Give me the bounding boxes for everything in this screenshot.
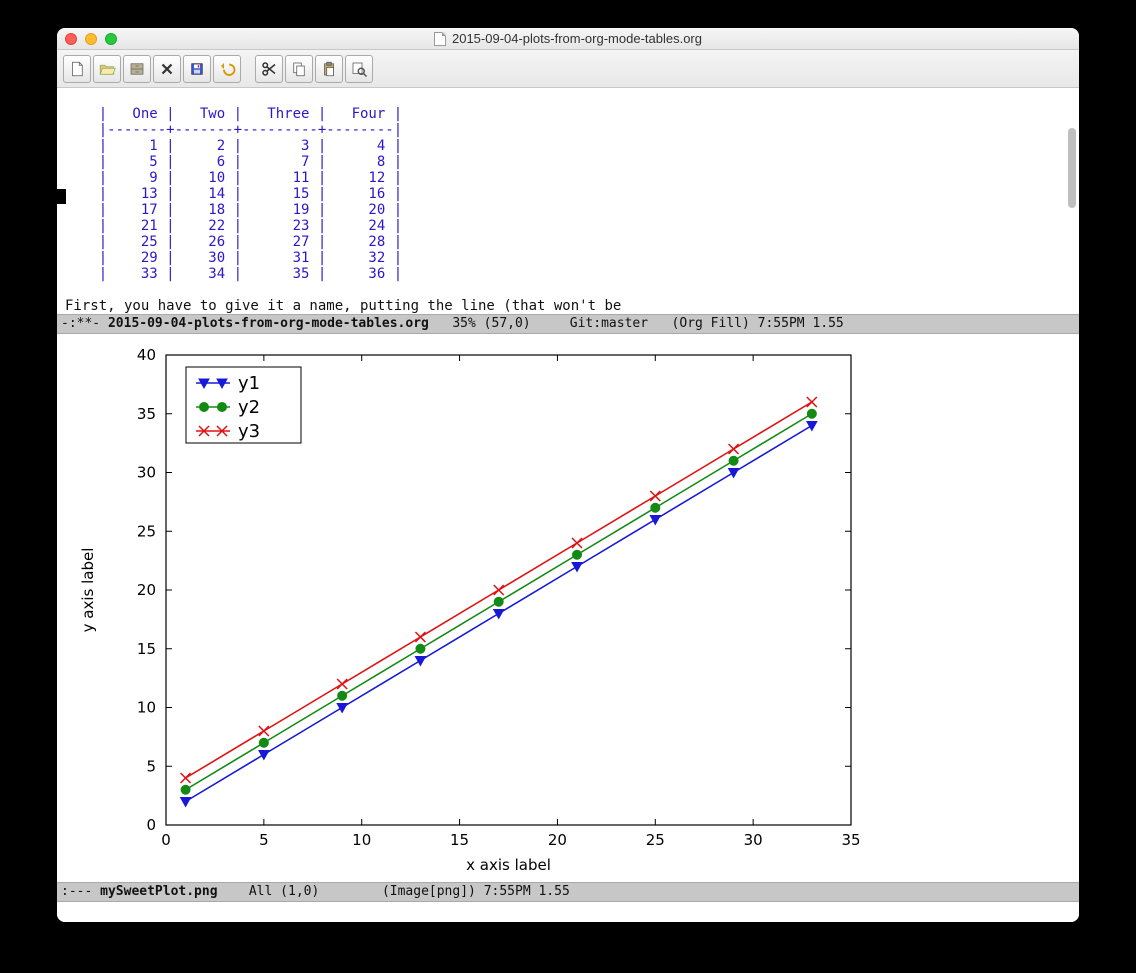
svg-text:40: 40: [137, 346, 156, 364]
svg-text:20: 20: [548, 831, 567, 849]
svg-text:20: 20: [137, 581, 156, 599]
copy-icon: [290, 60, 308, 78]
svg-text:x axis label: x axis label: [466, 856, 551, 874]
new-file-icon: [68, 60, 86, 78]
paste-button[interactable]: [315, 55, 343, 83]
modeline-mode: (Org Fill): [672, 316, 750, 331]
copy-button[interactable]: [285, 55, 313, 83]
svg-text:25: 25: [646, 831, 665, 849]
minibuffer[interactable]: [57, 902, 1079, 922]
svg-text:35: 35: [137, 405, 156, 423]
modeline-time-2: 7:55PM: [484, 884, 531, 899]
modeline-bottom: :--- mySweetPlot.png All (1,0) (Image[pn…: [57, 882, 1079, 902]
svg-text:0: 0: [146, 816, 156, 834]
new-file-button[interactable]: [63, 55, 91, 83]
modeline-prefix-2: :---: [61, 884, 100, 899]
prose-text: First, you have to give it a name, putti…: [65, 298, 621, 314]
app-window: 2015-09-04-plots-from-org-mode-tables.or…: [57, 28, 1079, 922]
modeline-pos: (57,0): [484, 316, 531, 331]
chart: 0 5 10 15 20 25 30 35 0 5 10 15 20 25 30 35 40 x axis lab…: [71, 340, 871, 880]
svg-text:25: 25: [137, 522, 156, 540]
image-pane[interactable]: 0 5 10 15 20 25 30 35 0 5 10 15 20 25 30 35 40 x axis lab…: [57, 334, 1079, 882]
window-title-text: 2015-09-04-plots-from-org-mode-tables.or…: [452, 31, 702, 46]
drawer-icon: [128, 60, 146, 78]
save-icon: [188, 60, 206, 78]
open-file-button[interactable]: [93, 55, 121, 83]
search-icon: [350, 60, 368, 78]
search-button[interactable]: [345, 55, 373, 83]
modeline-percent-2: All: [249, 884, 272, 899]
editor-pane[interactable]: | One | Two | Three | Four | |-------+--…: [57, 88, 1079, 314]
document-icon: [434, 32, 446, 46]
modeline-file: 2015-09-04-plots-from-org-mode-tables.or…: [108, 316, 429, 331]
modeline-load: 1.55: [812, 316, 843, 331]
undo-button[interactable]: [213, 55, 241, 83]
undo-icon: [218, 60, 236, 78]
save-button[interactable]: [183, 55, 211, 83]
kill-buffer-button[interactable]: [153, 55, 181, 83]
modeline-mode-2: (Image[png]): [382, 884, 476, 899]
modeline-pos-2: (1,0): [280, 884, 319, 899]
modeline-load-2: 1.55: [538, 884, 569, 899]
scissors-icon: [260, 60, 278, 78]
svg-text:5: 5: [259, 831, 269, 849]
svg-text:15: 15: [450, 831, 469, 849]
paste-icon: [320, 60, 338, 78]
cut-button[interactable]: [255, 55, 283, 83]
scrollbar-thumb[interactable]: [1068, 128, 1076, 208]
svg-text:15: 15: [137, 640, 156, 658]
text-cursor: [57, 189, 66, 204]
org-table: | One | Two | Three | Four | |-------+--…: [65, 106, 402, 282]
svg-text:5: 5: [146, 757, 156, 775]
modeline-time: 7:55PM: [758, 316, 805, 331]
svg-text:0: 0: [161, 831, 171, 849]
window-title: 2015-09-04-plots-from-org-mode-tables.or…: [57, 31, 1079, 46]
modeline-top: -:**- 2015-09-04-plots-from-org-mode-tab…: [57, 314, 1079, 334]
toolbar: [57, 50, 1079, 88]
modeline-vc: Git:master: [570, 316, 648, 331]
close-icon: [158, 60, 176, 78]
open-folder-icon: [98, 60, 116, 78]
svg-text:35: 35: [841, 831, 860, 849]
modeline-percent: 35%: [452, 316, 475, 331]
svg-text:y2: y2: [238, 397, 260, 418]
svg-text:y1: y1: [238, 373, 260, 394]
svg-text:30: 30: [744, 831, 763, 849]
titlebar: 2015-09-04-plots-from-org-mode-tables.or…: [57, 28, 1079, 50]
svg-text:10: 10: [352, 831, 371, 849]
dired-button[interactable]: [123, 55, 151, 83]
modeline-file-2: mySweetPlot.png: [100, 884, 217, 899]
modeline-prefix: -:**-: [61, 316, 108, 331]
svg-text:10: 10: [137, 699, 156, 717]
svg-text:y3: y3: [238, 421, 260, 442]
svg-text:y axis label: y axis label: [79, 548, 97, 633]
svg-text:30: 30: [137, 464, 156, 482]
